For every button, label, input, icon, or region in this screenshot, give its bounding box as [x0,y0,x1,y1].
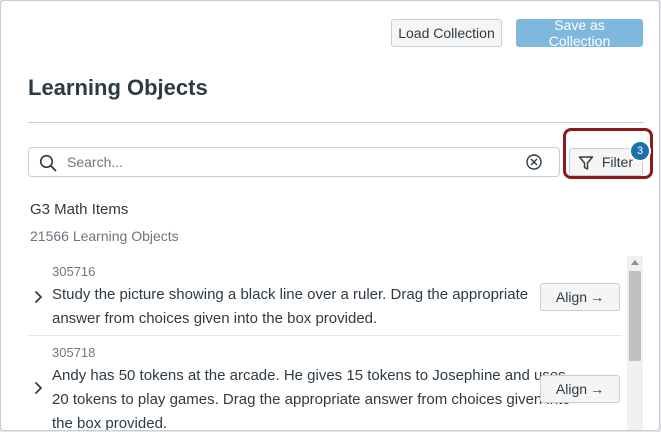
align-button[interactable]: Align → [540,283,620,311]
list-item[interactable]: 305718 Andy has 50 tokens at the arcade.… [28,337,622,430]
clear-icon[interactable] [525,153,543,171]
item-id: 305716 [52,264,96,279]
arrow-right-icon: → [590,381,605,397]
scroll-up-arrow-icon[interactable] [631,260,639,265]
align-label: Align [555,289,588,305]
learning-objects-list: 305716 Study the picture showing a black… [28,256,642,430]
align-label: Align [555,381,588,397]
item-text: Andy has 50 tokens at the arcade. He giv… [52,367,571,430]
learning-objects-panel: Load Collection Save as Collection Learn… [0,0,660,431]
filter-icon [578,156,594,170]
collection-name: G3 Math Items [30,201,129,218]
filter-label: Filter [601,154,633,170]
load-collection-button[interactable]: Load Collection [391,19,502,47]
list-item[interactable]: 305716 Study the picture showing a black… [28,256,622,336]
search-box[interactable] [28,147,560,177]
chevron-right-icon[interactable] [34,381,44,395]
search-icon [39,154,57,172]
arrow-right-icon: → [590,289,605,305]
save-as-collection-button[interactable]: Save as Collection [516,17,643,49]
chevron-right-icon[interactable] [34,290,44,304]
filter-count-badge: 3 [629,140,651,162]
title-divider [28,122,644,123]
item-text: Study the picture showing a black line o… [52,286,529,327]
scrollbar-thumb[interactable] [629,271,641,361]
collection-count: 21566 Learning Objects [30,228,179,244]
page-title: Learning Objects [28,75,208,100]
search-input[interactable] [67,151,507,173]
align-button[interactable]: Align → [540,375,620,403]
item-id: 305718 [52,345,96,360]
list-scrollbar[interactable] [627,256,643,430]
